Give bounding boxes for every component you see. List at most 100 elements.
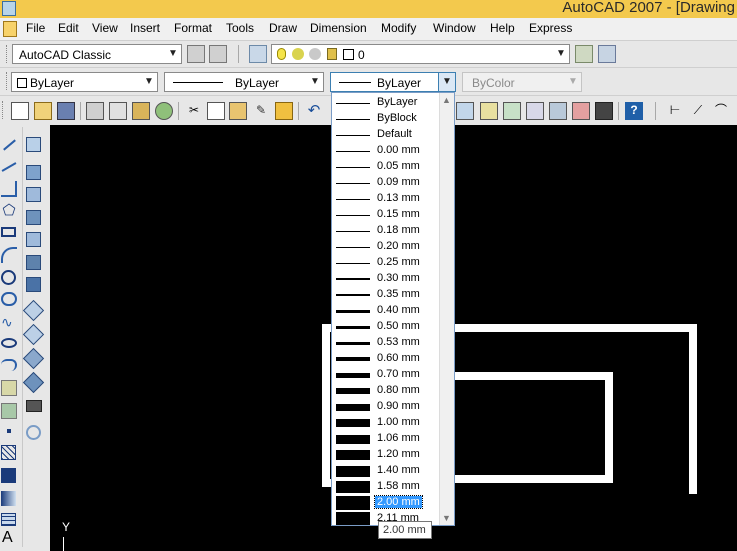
camera-icon[interactable] bbox=[26, 400, 42, 412]
dropdown-scrollbar[interactable]: ▲ ▼ bbox=[439, 93, 454, 525]
lineweight-option[interactable]: 0.53 mm bbox=[332, 335, 441, 351]
menu-window[interactable]: Window bbox=[433, 21, 476, 35]
menu-modify[interactable]: Modify bbox=[381, 21, 416, 35]
insert-block-icon[interactable] bbox=[1, 380, 17, 396]
menu-express[interactable]: Express bbox=[529, 21, 572, 35]
lineweight-dropdown[interactable]: ByLayer ByBlock Default 0.00 mm 0.05 mm 0.09 … bbox=[331, 92, 455, 526]
layer-manager-icon[interactable] bbox=[249, 45, 267, 63]
arc-icon[interactable] bbox=[1, 247, 17, 263]
lineweight-option[interactable]: 1.20 mm bbox=[332, 447, 441, 463]
polyline-icon[interactable] bbox=[1, 181, 17, 197]
layer-previous-icon[interactable] bbox=[598, 45, 616, 63]
plot-icon[interactable] bbox=[86, 102, 104, 120]
undo-icon[interactable]: ↶ bbox=[305, 102, 323, 120]
pyramid-icon[interactable] bbox=[26, 277, 41, 292]
revcloud-icon[interactable] bbox=[1, 292, 17, 306]
menu-tools[interactable]: Tools bbox=[226, 21, 254, 35]
toolbar-grip[interactable] bbox=[6, 45, 10, 63]
menu-view[interactable]: View bbox=[92, 21, 118, 35]
lineweight-option[interactable]: 1.06 mm bbox=[332, 431, 441, 447]
box-icon[interactable] bbox=[26, 137, 41, 152]
lineweight-option[interactable]: ByBlock bbox=[332, 111, 441, 127]
workspace-settings-icon[interactable] bbox=[187, 45, 205, 63]
document-icon[interactable] bbox=[3, 21, 17, 37]
lineweight-option[interactable]: 0.80 mm bbox=[332, 383, 441, 399]
open-icon[interactable] bbox=[34, 102, 52, 120]
lineweight-option[interactable]: 1.00 mm bbox=[332, 415, 441, 431]
app-icon[interactable] bbox=[2, 1, 16, 16]
lineweight-option[interactable]: 0.60 mm bbox=[332, 351, 441, 367]
lineweight-option[interactable]: 1.58 mm bbox=[332, 479, 441, 495]
match-properties-icon[interactable]: ✎ bbox=[252, 102, 270, 120]
lineweight-option[interactable]: 0.20 mm bbox=[332, 239, 441, 255]
cut-icon[interactable]: ✂ bbox=[185, 102, 203, 120]
lineweight-option[interactable]: 0.09 mm bbox=[332, 175, 441, 191]
help-icon[interactable]: ? bbox=[625, 102, 643, 120]
markup-icon[interactable] bbox=[526, 102, 544, 120]
sheetset-icon[interactable] bbox=[503, 102, 521, 120]
lineweight-option[interactable]: 0.15 mm bbox=[332, 207, 441, 223]
toolbar-grip[interactable] bbox=[2, 101, 6, 119]
scroll-up-icon[interactable]: ▲ bbox=[442, 95, 451, 105]
menu-dimension[interactable]: Dimension bbox=[310, 21, 367, 35]
cone-icon[interactable] bbox=[26, 187, 41, 202]
chevron-down-icon[interactable]: ▼ bbox=[438, 73, 455, 91]
lineweight-option[interactable]: 0.50 mm bbox=[332, 319, 441, 335]
lineweight-option[interactable]: 0.30 mm bbox=[332, 271, 441, 287]
new-icon[interactable] bbox=[11, 102, 29, 120]
color-combo[interactable]: ByLayer ▼ bbox=[11, 72, 158, 92]
construction-line-icon[interactable] bbox=[1, 159, 17, 175]
dbconnect-icon[interactable] bbox=[549, 102, 567, 120]
menu-edit[interactable]: Edit bbox=[58, 21, 79, 35]
arc-length-icon[interactable]: ⌒ bbox=[712, 102, 730, 120]
lineweight-option[interactable]: 0.90 mm bbox=[332, 399, 441, 415]
chevron-down-icon[interactable]: ▼ bbox=[141, 73, 157, 91]
save-icon[interactable] bbox=[57, 102, 75, 120]
make-block-icon[interactable] bbox=[1, 403, 17, 419]
lineweight-option[interactable]: 0.70 mm bbox=[332, 367, 441, 383]
lineweight-option[interactable]: 0.13 mm bbox=[332, 191, 441, 207]
toolbar-grip[interactable] bbox=[6, 72, 10, 90]
chevron-down-icon[interactable]: ▼ bbox=[307, 73, 323, 91]
hatch-icon[interactable] bbox=[1, 445, 16, 460]
workspace-combo[interactable]: AutoCAD Classic ▼ bbox=[12, 44, 182, 64]
ellipse-arc-icon[interactable] bbox=[1, 359, 17, 371]
workspace-save-icon[interactable] bbox=[209, 45, 227, 63]
lineweight-option[interactable]: 0.40 mm bbox=[332, 303, 441, 319]
line-icon[interactable] bbox=[1, 137, 17, 153]
designcenter-icon[interactable] bbox=[456, 102, 474, 120]
polygon-icon[interactable]: ⬠ bbox=[1, 203, 17, 219]
markupset-icon[interactable] bbox=[572, 102, 590, 120]
cylinder-icon[interactable] bbox=[26, 232, 41, 247]
preview-icon[interactable] bbox=[109, 102, 127, 120]
circle-icon[interactable] bbox=[1, 270, 16, 285]
paste-icon[interactable] bbox=[229, 102, 247, 120]
region-icon[interactable] bbox=[1, 468, 16, 483]
lineweight-option[interactable]: 0.18 mm bbox=[332, 223, 441, 239]
gradient-icon[interactable] bbox=[1, 491, 16, 506]
torus-icon[interactable] bbox=[26, 255, 41, 270]
chevron-down-icon[interactable]: ▼ bbox=[553, 45, 569, 63]
sphere-icon[interactable] bbox=[26, 210, 41, 225]
lineweight-combo[interactable]: ByLayer ▼ bbox=[330, 72, 456, 92]
aligned-dimension-icon[interactable]: ⟋ bbox=[689, 102, 707, 120]
lineweight-option[interactable]: 0.05 mm bbox=[332, 159, 441, 175]
make-current-layer-icon[interactable] bbox=[575, 45, 593, 63]
toolpalettes-icon[interactable] bbox=[480, 102, 498, 120]
publish-icon[interactable] bbox=[132, 102, 150, 120]
point-icon[interactable] bbox=[7, 429, 11, 433]
lineweight-option[interactable]: 1.40 mm bbox=[332, 463, 441, 479]
navigation-icon[interactable] bbox=[26, 425, 41, 440]
lineweight-option[interactable]: ByLayer bbox=[332, 95, 441, 111]
revolve-icon[interactable] bbox=[22, 323, 45, 346]
linetype-combo[interactable]: ByLayer ▼ bbox=[164, 72, 324, 92]
table-icon[interactable] bbox=[1, 513, 16, 526]
text-icon[interactable]: A bbox=[2, 529, 13, 547]
copy-icon[interactable] bbox=[207, 102, 225, 120]
extrude-icon[interactable] bbox=[22, 299, 45, 322]
lineweight-option[interactable]: 0.25 mm bbox=[332, 255, 441, 271]
menu-draw[interactable]: Draw bbox=[269, 21, 297, 35]
loft-icon[interactable] bbox=[22, 371, 45, 394]
linear-dimension-icon[interactable]: ⊢ bbox=[666, 102, 684, 120]
scroll-down-icon[interactable]: ▼ bbox=[442, 513, 451, 523]
